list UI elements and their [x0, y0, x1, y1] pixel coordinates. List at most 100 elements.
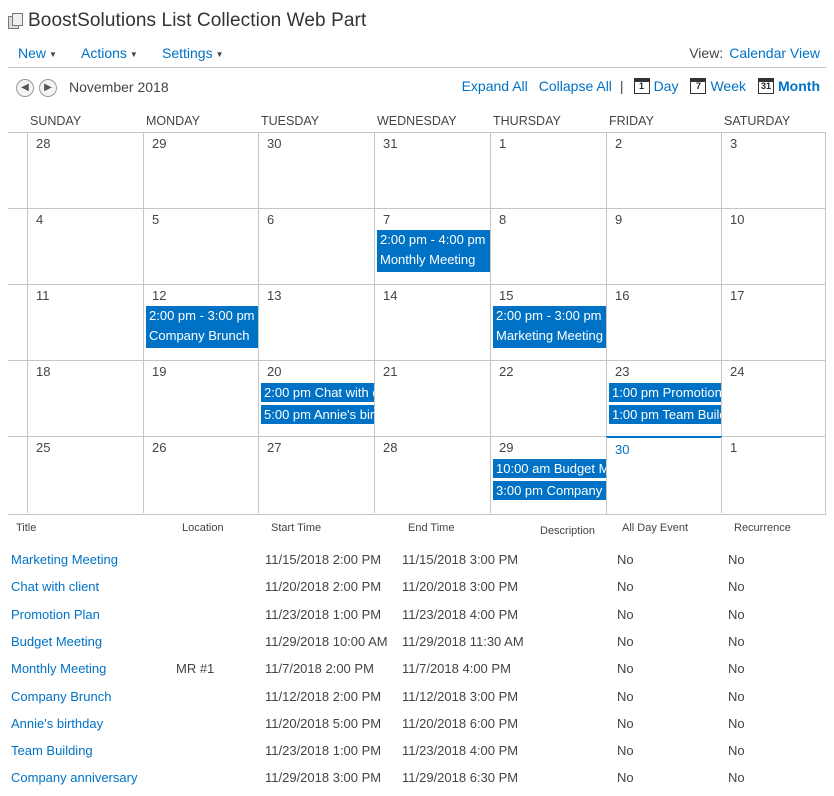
week-expand-gutter[interactable] — [8, 219, 27, 275]
calendar-event[interactable]: 5:00 pm Annie's bir — [261, 405, 374, 424]
calendar-day-cell[interactable]: 17 — [721, 285, 827, 361]
day-number[interactable]: 25 — [36, 440, 50, 455]
calendar-day-cell[interactable]: 11 — [27, 285, 144, 361]
day-number[interactable]: 11 — [36, 288, 50, 303]
calendar-day-cell[interactable]: 31 — [374, 133, 491, 209]
calendar-day-cell[interactable]: 18 — [27, 361, 144, 437]
day-number[interactable]: 28 — [383, 440, 397, 455]
item-title-link[interactable]: Promotion Plan — [11, 607, 100, 622]
day-number[interactable]: 4 — [36, 212, 43, 227]
item-title-link[interactable]: Monthly Meeting — [11, 661, 106, 676]
calendar-day-cell[interactable]: 22 — [490, 361, 607, 437]
day-number[interactable]: 28 — [36, 136, 50, 151]
day-number[interactable]: 12 — [152, 288, 166, 303]
calendar-event[interactable]: 10:00 am Budget M — [493, 459, 606, 478]
calendar-event[interactable]: 2:00 pm - 4:00 pm Monthly Meeting — [377, 230, 490, 272]
day-number[interactable]: 19 — [152, 364, 166, 379]
calendar-event[interactable]: 2:00 pm - 3:00 pm Marketing Meeting — [493, 306, 606, 348]
calendar-day-cell[interactable]: 26 — [143, 437, 259, 513]
actions-menu[interactable]: Actions ▼ — [81, 45, 138, 61]
expand-all-link[interactable]: Expand All — [462, 78, 528, 94]
week-expand-gutter[interactable] — [8, 371, 27, 427]
calendar-event[interactable]: 2:00 pm Chat with c — [261, 383, 374, 402]
day-number[interactable]: 7 — [383, 212, 390, 227]
calendar-day-cell[interactable]: 29 10:00 am Budget M 3:00 pm Company a — [490, 437, 607, 513]
calendar-event[interactable]: 3:00 pm Company a — [493, 481, 606, 500]
calendar-day-cell[interactable]: 28 — [374, 437, 491, 513]
day-scope-button[interactable]: 1 Day — [633, 78, 678, 94]
column-header-all-day-event[interactable]: All Day Event — [622, 522, 688, 534]
day-number[interactable]: 15 — [499, 288, 513, 303]
day-number[interactable]: 26 — [152, 440, 166, 455]
day-number[interactable]: 22 — [499, 364, 513, 379]
calendar-day-cell[interactable]: 23 1:00 pm Promotion 1:00 pm Team Build — [606, 361, 722, 437]
calendar-day-cell[interactable]: 24 — [721, 361, 827, 437]
calendar-day-cell[interactable]: 30 — [258, 133, 375, 209]
column-header-recurrence[interactable]: Recurrence — [734, 522, 791, 534]
column-header-end-time[interactable]: End Time — [408, 522, 454, 534]
calendar-day-cell[interactable]: 27 — [258, 437, 375, 513]
calendar-event[interactable]: 1:00 pm Team Build — [609, 405, 721, 424]
item-title-link[interactable]: Annie's birthday — [11, 716, 103, 731]
calendar-day-cell[interactable]: 5 — [143, 209, 259, 285]
item-title-link[interactable]: Marketing Meeting — [11, 552, 118, 567]
column-header-location[interactable]: Location — [182, 522, 224, 534]
next-month-arrow-icon[interactable]: ▶ — [39, 79, 57, 97]
day-number[interactable]: 9 — [615, 212, 622, 227]
item-title-link[interactable]: Company anniversary — [11, 770, 137, 785]
day-number[interactable]: 16 — [615, 288, 629, 303]
day-number[interactable]: 30 — [267, 136, 281, 151]
calendar-day-cell[interactable]: 25 — [27, 437, 144, 513]
day-number[interactable]: 29 — [152, 136, 166, 151]
calendar-day-cell[interactable]: 20 2:00 pm Chat with c 5:00 pm Annie's bir — [258, 361, 375, 437]
day-number[interactable]: 31 — [383, 136, 397, 151]
new-menu[interactable]: New ▼ — [18, 45, 57, 61]
calendar-day-cell[interactable]: 13 — [258, 285, 375, 361]
calendar-day-cell[interactable]: 14 — [374, 285, 491, 361]
calendar-day-cell[interactable]: 8 — [490, 209, 607, 285]
day-number[interactable]: 13 — [267, 288, 281, 303]
day-number[interactable]: 10 — [730, 212, 744, 227]
calendar-day-cell[interactable]: 4 — [27, 209, 144, 285]
day-number[interactable]: 2 — [615, 136, 622, 151]
collapse-all-link[interactable]: Collapse All — [539, 78, 612, 94]
calendar-day-cell[interactable]: 9 — [606, 209, 722, 285]
calendar-day-cell[interactable]: 21 — [374, 361, 491, 437]
calendar-event[interactable]: 1:00 pm Promotion — [609, 383, 721, 402]
week-expand-gutter[interactable] — [8, 295, 27, 351]
item-title-link[interactable]: Team Building — [11, 743, 93, 758]
week-expand-gutter[interactable] — [8, 143, 27, 199]
day-number[interactable]: 14 — [383, 288, 397, 303]
calendar-day-cell[interactable]: 19 — [143, 361, 259, 437]
day-number[interactable]: 20 — [267, 364, 281, 379]
day-number[interactable]: 18 — [36, 364, 50, 379]
calendar-day-cell[interactable]: 1 — [721, 437, 827, 513]
week-scope-button[interactable]: 7 Week — [690, 78, 746, 94]
day-number[interactable]: 21 — [383, 364, 397, 379]
calendar-day-cell[interactable]: 28 — [27, 133, 144, 209]
calendar-day-cell[interactable]: 7 2:00 pm - 4:00 pm Monthly Meeting — [374, 209, 491, 285]
item-title-link[interactable]: Budget Meeting — [11, 634, 102, 649]
calendar-day-cell[interactable]: 6 — [258, 209, 375, 285]
view-dropdown[interactable]: Calendar View — [729, 45, 820, 61]
column-header-title[interactable]: Title — [16, 522, 36, 534]
day-number[interactable]: 5 — [152, 212, 159, 227]
day-number[interactable]: 8 — [499, 212, 506, 227]
calendar-day-cell[interactable]: 12 2:00 pm - 3:00 pm Company Brunch — [143, 285, 259, 361]
calendar-day-cell[interactable]: 10 — [721, 209, 827, 285]
calendar-day-cell-today[interactable]: 30 — [606, 436, 722, 514]
item-title-link[interactable]: Company Brunch — [11, 689, 111, 704]
calendar-day-cell[interactable]: 1 — [490, 133, 607, 209]
day-number[interactable]: 27 — [267, 440, 281, 455]
day-number[interactable]: 3 — [730, 136, 737, 151]
calendar-day-cell[interactable]: 15 2:00 pm - 3:00 pm Marketing Meeting — [490, 285, 607, 361]
day-number[interactable]: 1 — [730, 440, 737, 455]
previous-month-arrow-icon[interactable]: ◀ — [16, 79, 34, 97]
day-number[interactable]: 29 — [499, 440, 513, 455]
calendar-day-cell[interactable]: 16 — [606, 285, 722, 361]
column-header-description[interactable]: Description — [540, 525, 595, 537]
day-number[interactable]: 1 — [499, 136, 506, 151]
day-number[interactable]: 17 — [730, 288, 744, 303]
day-number[interactable]: 24 — [730, 364, 744, 379]
day-number[interactable]: 6 — [267, 212, 274, 227]
